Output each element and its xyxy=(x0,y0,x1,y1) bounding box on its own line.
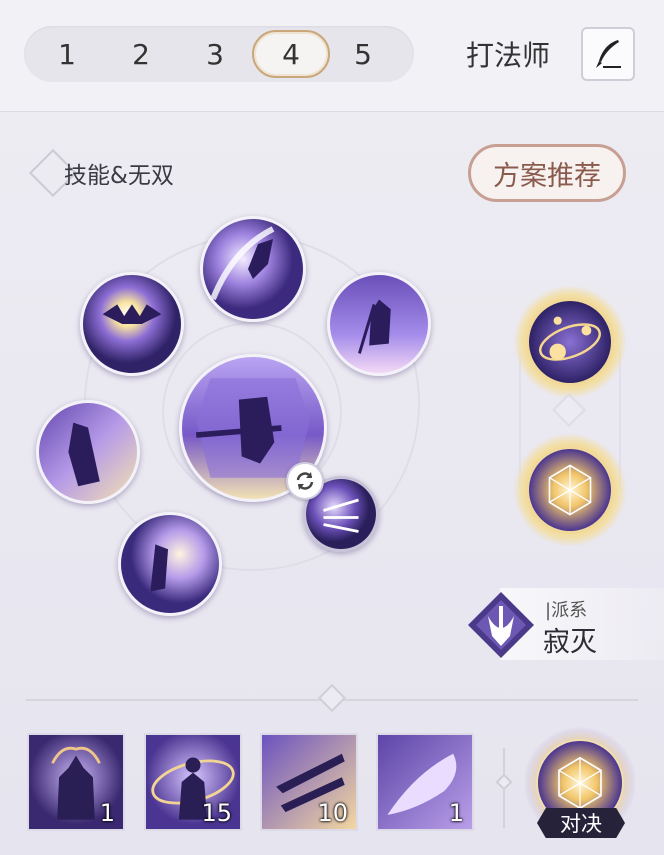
faction-name: 寂灭 xyxy=(543,627,597,658)
item-count: 1 xyxy=(448,799,464,827)
build-tabs: 1 2 3 4 5 xyxy=(24,26,414,82)
swap-skill-button[interactable] xyxy=(286,462,324,500)
musou-orb-crystal[interactable] xyxy=(514,434,626,546)
item-slot-4[interactable]: 1 xyxy=(376,733,474,831)
skill-caped-warrior-icon[interactable] xyxy=(36,400,140,504)
tab-3[interactable]: 3 xyxy=(178,30,252,78)
swap-arrows-icon xyxy=(296,472,314,490)
skill-axe-leap-icon[interactable] xyxy=(200,216,306,322)
item-slot-2[interactable]: 15 xyxy=(144,733,242,831)
top-bar: 1 2 3 4 5 打法师 xyxy=(0,0,664,112)
tab-1[interactable]: 1 xyxy=(30,30,104,78)
item-slot-1[interactable]: 1 xyxy=(27,733,125,831)
tab-2[interactable]: 2 xyxy=(104,30,178,78)
faction-emblem-icon xyxy=(466,590,536,660)
item-count: 1 xyxy=(99,799,115,827)
tab-4[interactable]: 4 xyxy=(252,30,330,78)
edit-button[interactable] xyxy=(581,27,635,81)
musou-orb-comets[interactable] xyxy=(514,286,626,398)
skill-lancer-stance-icon[interactable] xyxy=(327,272,431,376)
tab-5[interactable]: 5 xyxy=(326,30,400,78)
faction-label: |派系 xyxy=(545,600,588,621)
crystal-sphere-icon xyxy=(526,446,614,534)
duel-label: 对决 xyxy=(537,808,625,838)
divider-diamond xyxy=(317,683,347,713)
section-title: 技能&无双 xyxy=(64,163,174,189)
comet-orbit-icon xyxy=(526,298,614,386)
skill-spirit-dancer-icon[interactable] xyxy=(118,512,222,616)
recommend-button[interactable]: 方案推荐 xyxy=(468,144,626,202)
build-name: 打法师 xyxy=(466,39,551,72)
quill-pen-icon xyxy=(596,40,621,68)
item-slot-3[interactable]: 10 xyxy=(260,733,358,831)
skill-bat-burst-icon[interactable] xyxy=(80,272,184,376)
separator-diamond xyxy=(495,773,513,791)
item-count: 15 xyxy=(201,799,232,827)
item-count: 10 xyxy=(317,799,348,827)
